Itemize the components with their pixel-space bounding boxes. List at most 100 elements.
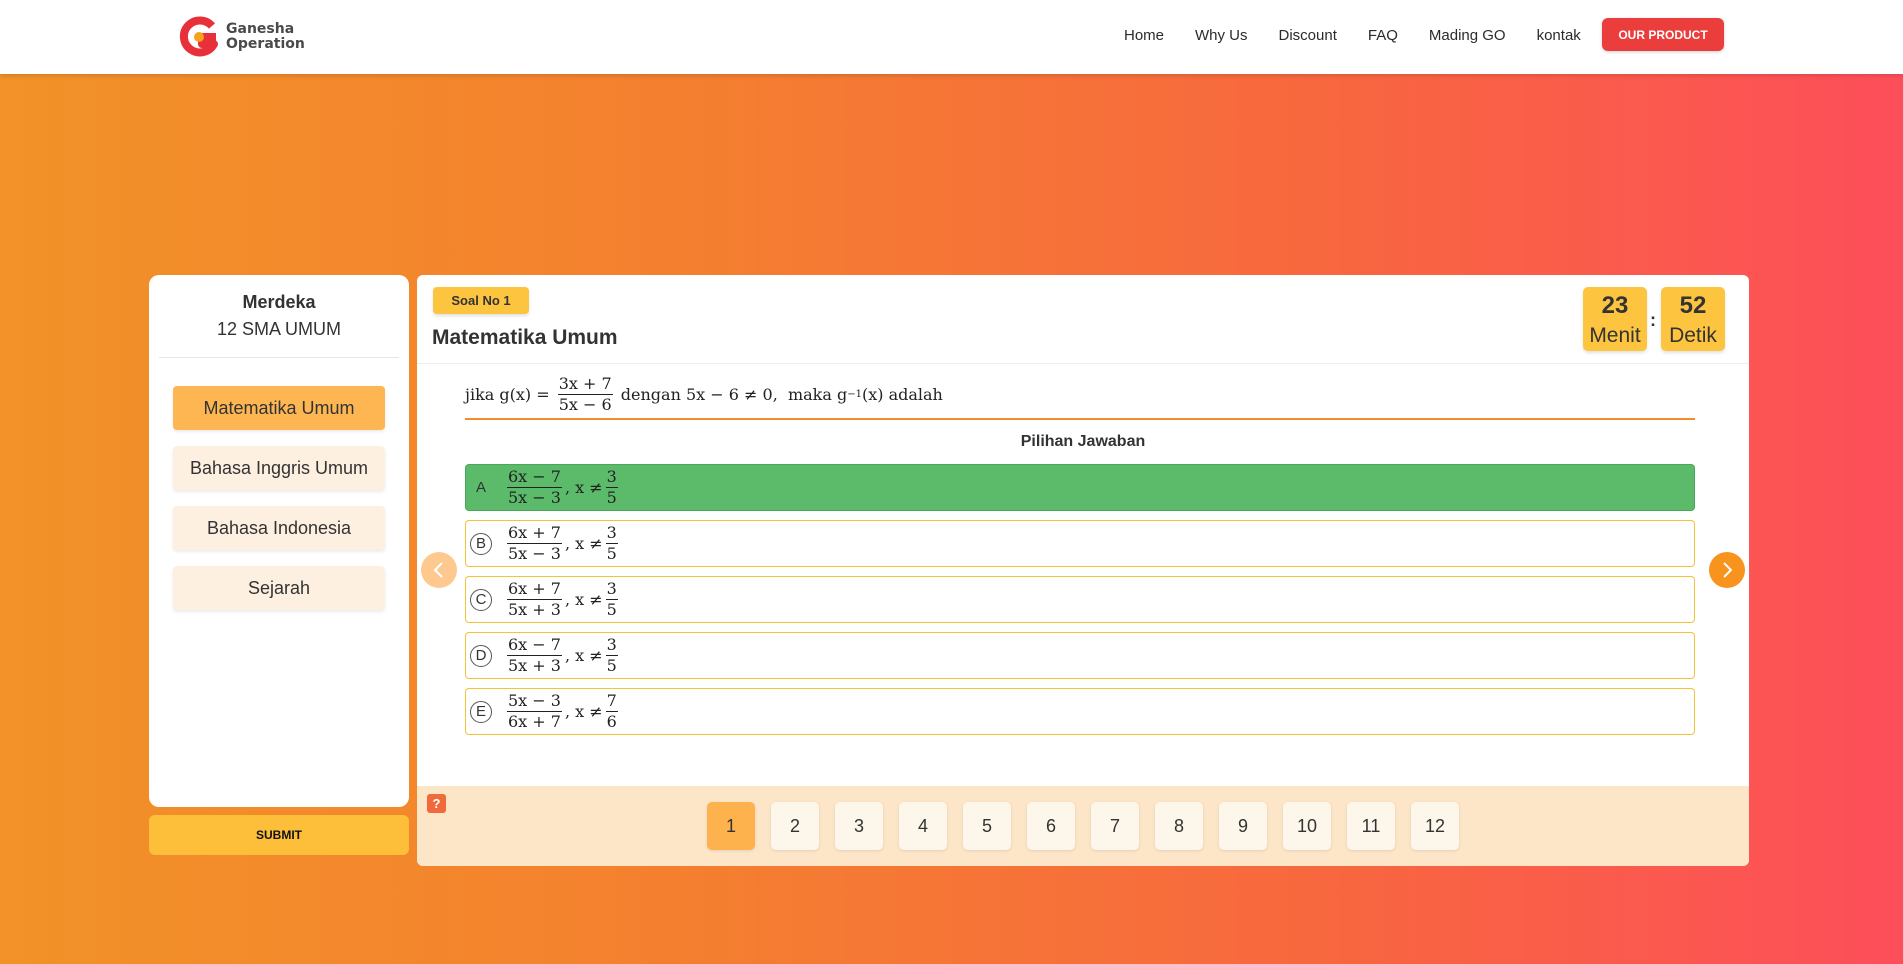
brand-logo[interactable]: Ganesha Operation xyxy=(178,16,305,58)
page-button-11[interactable]: 11 xyxy=(1347,802,1395,850)
condition-denominator: 6 xyxy=(606,712,617,731)
brand-line-2: Operation xyxy=(226,36,305,52)
option-condition-fraction: 35 xyxy=(605,635,618,675)
sidebar-divider xyxy=(159,357,399,358)
nav-link-why-us[interactable]: Why Us xyxy=(1195,27,1248,44)
page-button-7[interactable]: 7 xyxy=(1091,802,1139,850)
option-expression: 6x − 7 5x + 3 , x ≠ 35 xyxy=(504,636,621,674)
timer-minutes-value: 23 xyxy=(1601,292,1629,319)
brand-line-1: Ganesha xyxy=(226,21,295,37)
question-card: Soal No 1 Matematika Umum 23 Menit : 52 … xyxy=(417,275,1749,866)
question-text: jika g(x) = 3x + 7 5x − 6 dengan 5x − 6 … xyxy=(465,371,1695,420)
nav-links: Home Why Us Discount FAQ Mading GO konta… xyxy=(1124,0,1612,70)
top-navbar: Ganesha Operation Home Why Us Discount F… xyxy=(0,0,1903,74)
page-button-4[interactable]: 4 xyxy=(899,802,947,850)
condition-numerator: 3 xyxy=(605,579,618,600)
question-suffix: dengan 5x − 6 ≠ 0, maka g xyxy=(615,385,848,404)
page-button-2[interactable]: 2 xyxy=(771,802,819,850)
chevron-right-icon xyxy=(1723,562,1733,578)
option-denominator: 5x − 3 xyxy=(508,488,561,507)
answer-options: A 6x − 7 5x − 3 , x ≠ 35 B 6x + 7 5x − 3 ,… xyxy=(465,464,1695,744)
condition-denominator: 5 xyxy=(606,600,617,619)
help-icon[interactable]: ? xyxy=(427,794,446,813)
option-denominator: 5x + 3 xyxy=(508,656,561,675)
option-fraction: 5x − 3 6x + 7 xyxy=(507,692,562,730)
nav-link-mading-go[interactable]: Mading GO xyxy=(1429,27,1506,44)
answer-option-b[interactable]: B 6x + 7 5x − 3 , x ≠ 35 xyxy=(465,520,1695,567)
curriculum-title: Merdeka xyxy=(242,292,316,312)
chevron-left-icon xyxy=(433,562,443,578)
nav-link-faq[interactable]: FAQ xyxy=(1368,27,1398,44)
page-button-6[interactable]: 6 xyxy=(1027,802,1075,850)
option-condition-fraction: 35 xyxy=(605,467,618,507)
page-button-5[interactable]: 5 xyxy=(963,802,1011,850)
condition-denominator: 5 xyxy=(606,656,617,675)
logo-mark-icon xyxy=(178,16,220,58)
option-letter: B xyxy=(470,532,492,555)
option-condition: , x ≠ xyxy=(564,478,603,497)
option-condition-fraction: 35 xyxy=(605,524,618,563)
option-condition-fraction: 76 xyxy=(605,692,618,731)
timer-seconds: 52 Detik xyxy=(1661,287,1725,351)
timer-separator: : xyxy=(1650,310,1656,330)
answer-option-c[interactable]: C 6x + 7 5x + 3 , x ≠ 35 xyxy=(465,576,1695,623)
option-letter: C xyxy=(470,588,492,611)
nav-link-discount[interactable]: Discount xyxy=(1279,27,1337,44)
page-button-8[interactable]: 8 xyxy=(1155,802,1203,850)
option-expression: 5x − 3 6x + 7 , x ≠ 76 xyxy=(504,692,621,730)
subject-title: Matematika Umum xyxy=(432,326,618,349)
option-expression: 6x − 7 5x − 3 , x ≠ 35 xyxy=(504,468,621,506)
class-name: 12 SMA UMUM xyxy=(216,319,342,339)
page-button-1[interactable]: 1 xyxy=(707,802,755,850)
option-numerator: 6x + 7 xyxy=(507,579,562,600)
option-numerator: 6x + 7 xyxy=(507,523,562,544)
condition-numerator: 3 xyxy=(605,635,618,656)
question-fraction: 3x + 7 5x − 6 xyxy=(557,375,613,413)
nav-link-home[interactable]: Home xyxy=(1124,27,1164,44)
question-prefix: jika g(x) = xyxy=(465,385,555,404)
page-button-10[interactable]: 10 xyxy=(1283,802,1331,850)
option-condition: , x ≠ xyxy=(564,646,603,665)
timer-seconds-label: Detik xyxy=(1669,324,1717,347)
option-fraction: 6x + 7 5x + 3 xyxy=(507,580,562,618)
option-condition-fraction: 35 xyxy=(605,579,618,619)
nav-link-kontak[interactable]: kontak xyxy=(1537,27,1581,44)
condition-numerator: 3 xyxy=(605,467,618,488)
page-button-3[interactable]: 3 xyxy=(835,802,883,850)
page-button-12[interactable]: 12 xyxy=(1411,802,1459,850)
option-letter: D xyxy=(470,644,492,667)
subject-item-matematika-umum[interactable]: Matematika Umum xyxy=(173,386,385,430)
option-numerator: 6x − 7 xyxy=(507,635,562,656)
question-number-badge: Soal No 1 xyxy=(433,287,529,314)
timer-minutes: 23 Menit xyxy=(1583,287,1647,351)
option-denominator: 6x + 7 xyxy=(508,712,561,731)
subject-item-sejarah[interactable]: Sejarah xyxy=(173,566,385,610)
page-buttons: 1 2 3 4 5 6 7 8 9 10 11 12 xyxy=(707,802,1475,850)
option-numerator: 6x − 7 xyxy=(507,467,562,488)
submit-button[interactable]: SUBMIT xyxy=(149,815,409,855)
option-expression: 6x + 7 5x + 3 , x ≠ 35 xyxy=(504,580,621,618)
option-condition: , x ≠ xyxy=(564,534,603,553)
question-pagination-bar: ? 1 2 3 4 5 6 7 8 9 10 11 12 xyxy=(417,786,1749,866)
answer-option-a[interactable]: A 6x − 7 5x − 3 , x ≠ 35 xyxy=(465,464,1695,511)
page-button-9[interactable]: 9 xyxy=(1219,802,1267,850)
our-product-button[interactable]: OUR PRODUCT xyxy=(1602,18,1724,51)
header-divider xyxy=(417,363,1749,364)
inverse-superscript: −1 xyxy=(847,389,862,400)
option-letter: A xyxy=(475,479,486,496)
answer-option-e[interactable]: E 5x − 3 6x + 7 , x ≠ 76 xyxy=(465,688,1695,735)
next-question-button[interactable] xyxy=(1709,552,1745,588)
brand-name: Ganesha Operation xyxy=(226,22,305,52)
condition-denominator: 5 xyxy=(606,488,617,507)
timer-minutes-label: Menit xyxy=(1589,324,1641,347)
answers-heading: Pilihan Jawaban xyxy=(1020,433,1146,450)
option-numerator: 5x − 3 xyxy=(507,691,562,712)
answer-option-d[interactable]: D 6x − 7 5x + 3 , x ≠ 35 xyxy=(465,632,1695,679)
option-fraction: 6x + 7 5x − 3 xyxy=(507,524,562,562)
condition-denominator: 5 xyxy=(606,544,617,563)
prev-question-button[interactable] xyxy=(421,552,457,588)
subject-item-bahasa-inggris-umum[interactable]: Bahasa Inggris Umum xyxy=(173,446,385,490)
option-denominator: 5x + 3 xyxy=(508,600,561,619)
subject-item-bahasa-indonesia[interactable]: Bahasa Indonesia xyxy=(173,506,385,550)
option-condition: , x ≠ xyxy=(564,702,603,721)
